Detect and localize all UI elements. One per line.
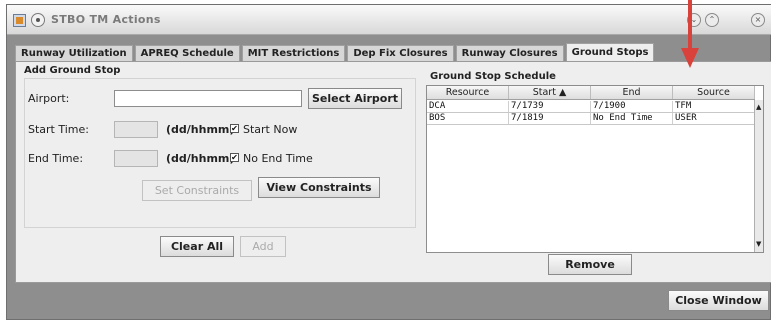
add-button[interactable]: Add bbox=[240, 236, 286, 257]
table-cell: No End Time bbox=[591, 113, 673, 124]
select-airport-button[interactable]: Select Airport bbox=[308, 88, 402, 109]
view-constraints-button[interactable]: View Constraints bbox=[258, 177, 380, 198]
tab-bar: Runway Utilization APREQ Schedule MIT Re… bbox=[15, 43, 656, 61]
annotation-arrow-icon bbox=[681, 0, 699, 68]
no-end-time-checkbox[interactable]: ✔ bbox=[230, 153, 239, 162]
tab-apreq-schedule[interactable]: APREQ Schedule bbox=[134, 45, 240, 61]
table-cell: DCA bbox=[427, 101, 509, 112]
airport-label: Airport: bbox=[28, 92, 70, 105]
window-title: STBO TM Actions bbox=[51, 13, 161, 26]
table-cell: 7/1900 bbox=[591, 101, 673, 112]
column-header-start[interactable]: Start ▲ bbox=[509, 86, 591, 99]
set-constraints-button[interactable]: Set Constraints bbox=[142, 180, 252, 201]
column-header-resource[interactable]: Resource bbox=[427, 86, 509, 99]
scroll-up-icon[interactable]: ▲ bbox=[756, 104, 761, 111]
table-scrollbar[interactable]: ▲ ▼ bbox=[754, 100, 763, 252]
table-cell: USER bbox=[673, 113, 755, 124]
add-ground-stop-title: Add Ground Stop bbox=[24, 65, 121, 76]
start-now-checkbox[interactable]: ✔ bbox=[230, 124, 239, 133]
table-cell: BOS bbox=[427, 113, 509, 124]
no-end-time-label[interactable]: No End Time bbox=[243, 152, 313, 165]
table-row[interactable]: BOS 7/1819 No End Time USER bbox=[427, 113, 755, 125]
tab-runway-utilization[interactable]: Runway Utilization bbox=[15, 45, 133, 61]
table-cell: 7/1819 bbox=[509, 113, 591, 124]
column-header-source[interactable]: Source bbox=[673, 86, 755, 99]
table-header: Resource Start ▲ End Source bbox=[427, 86, 755, 100]
table-row[interactable]: DCA 7/1739 7/1900 TFM bbox=[427, 101, 755, 113]
start-time-format: (dd/hhmm) bbox=[166, 123, 235, 136]
arrow-head bbox=[681, 48, 699, 68]
window-menu-icon[interactable] bbox=[31, 13, 45, 27]
column-header-end[interactable]: End bbox=[591, 86, 673, 99]
table-cell: 7/1739 bbox=[509, 101, 591, 112]
start-time-input[interactable] bbox=[114, 121, 158, 138]
close-window-button[interactable]: Close Window bbox=[668, 290, 769, 311]
tab-dep-fix-closures[interactable]: Dep Fix Closures bbox=[347, 45, 454, 61]
start-now-label[interactable]: Start Now bbox=[243, 123, 297, 136]
airport-input[interactable] bbox=[114, 90, 302, 107]
end-time-format: (dd/hhmm) bbox=[166, 152, 235, 165]
close-icon[interactable]: × bbox=[751, 13, 765, 27]
tab-mit-restrictions[interactable]: MIT Restrictions bbox=[241, 45, 346, 61]
end-time-input[interactable] bbox=[114, 150, 158, 167]
remove-button[interactable]: Remove bbox=[548, 254, 632, 275]
ground-stop-schedule-title: Ground Stop Schedule bbox=[430, 71, 556, 82]
scroll-down-icon[interactable]: ▼ bbox=[756, 241, 761, 248]
ground-stops-panel: Add Ground Stop Airport: Select Airport … bbox=[15, 61, 771, 283]
ground-stop-schedule-table: Resource Start ▲ End Source DCA 7/1739 7… bbox=[426, 85, 764, 253]
start-time-label: Start Time: bbox=[28, 123, 89, 136]
stbo-tm-actions-window: STBO TM Actions ⌄ ⌃ × Runway Utilization… bbox=[6, 4, 771, 320]
tab-ground-stops[interactable]: Ground Stops bbox=[565, 43, 655, 61]
title-bar[interactable]: STBO TM Actions ⌄ ⌃ × bbox=[7, 5, 771, 35]
clear-all-button[interactable]: Clear All bbox=[160, 236, 234, 257]
table-cell: TFM bbox=[673, 101, 755, 112]
app-icon bbox=[13, 14, 26, 27]
end-time-label: End Time: bbox=[28, 152, 84, 165]
tab-runway-closures[interactable]: Runway Closures bbox=[455, 45, 564, 61]
